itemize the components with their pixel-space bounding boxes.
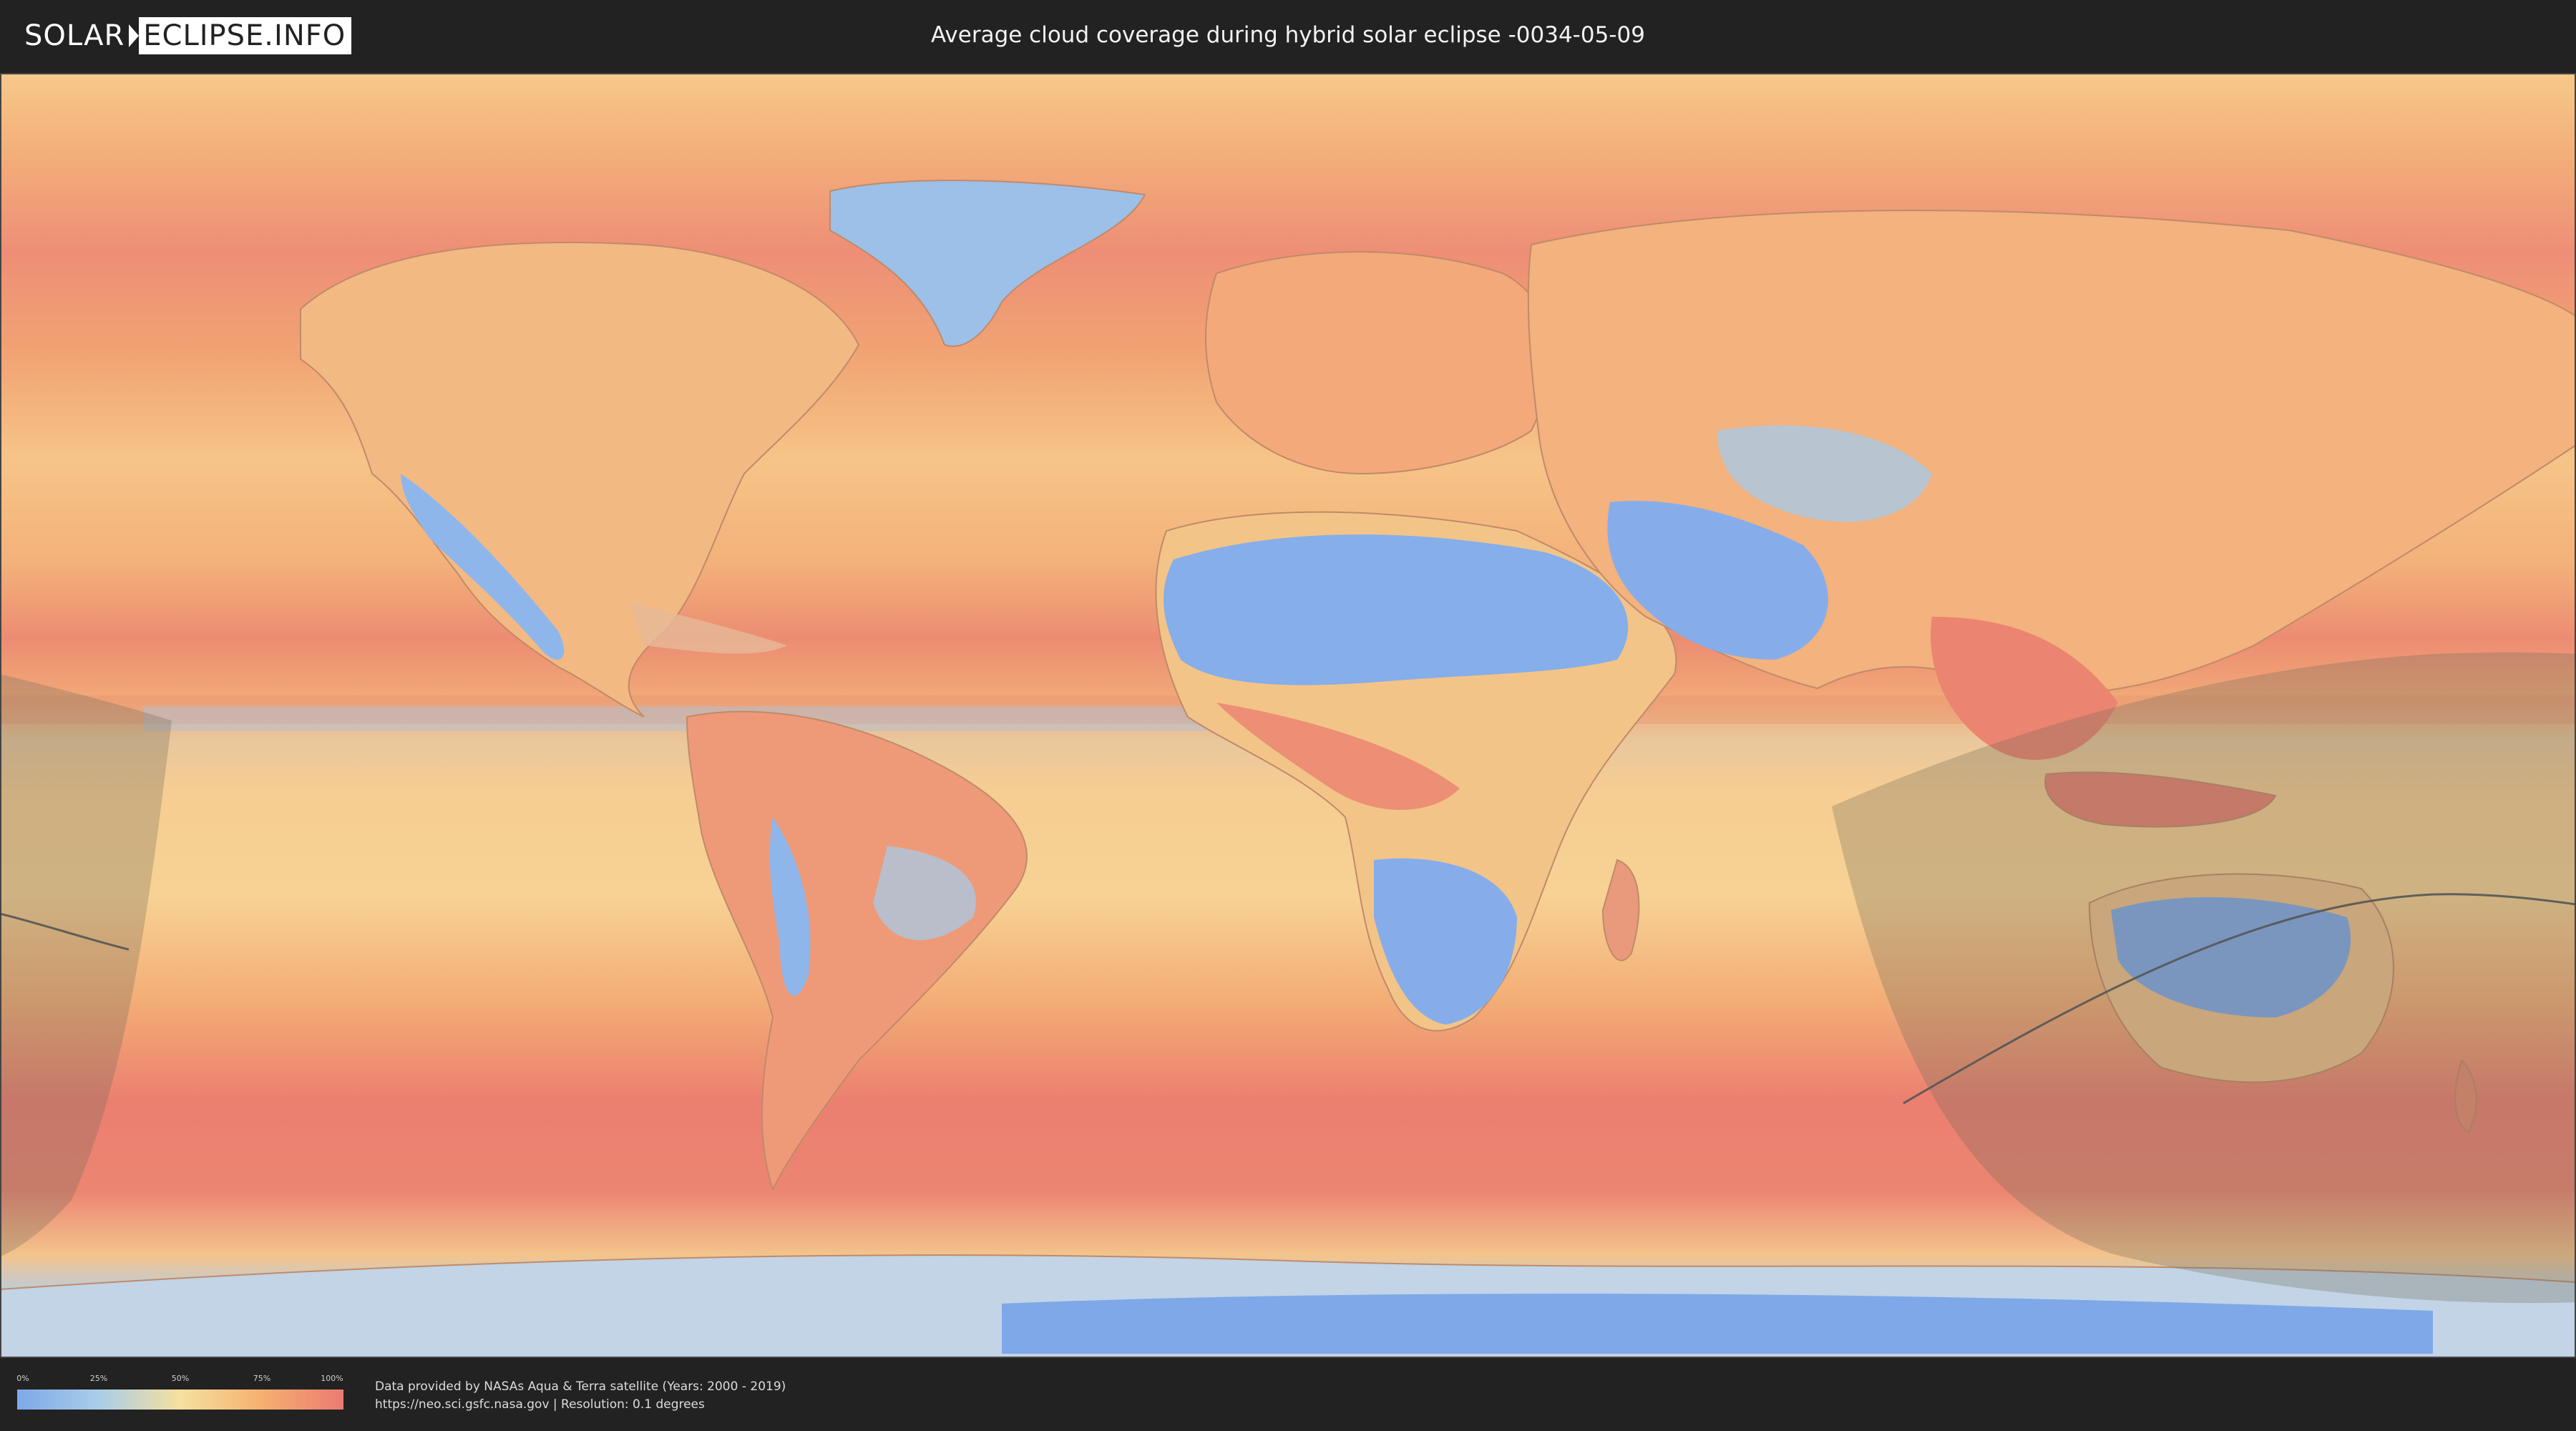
header: SOLAR ECLIPSE.INFO Average cloud coverag… (0, 0, 2576, 72)
footer: 0% 25% 50% 75% 100% Data provided by NAS… (0, 1358, 2576, 1431)
europe (1205, 251, 1551, 475)
legend-ticks: 0% 25% 50% 75% 100% (16, 1374, 343, 1385)
page-title: Average cloud coverage during hybrid sol… (931, 22, 1645, 48)
legend-tick-50: 50% (171, 1374, 190, 1383)
credits-line-1: Data provided by NASAs Aqua & Terra sate… (375, 1379, 786, 1394)
legend-tick-25: 25% (89, 1374, 108, 1383)
cloud-coverage-legend: 0% 25% 50% 75% 100% (16, 1374, 343, 1414)
legend-color-bar (17, 1390, 343, 1410)
page: SOLAR ECLIPSE.INFO Average cloud coverag… (0, 0, 2576, 1431)
credits-line-2[interactable]: https://neo.sci.gsfc.nasa.gov | Resoluti… (375, 1396, 786, 1414)
legend-tick-0: 0% (16, 1374, 29, 1383)
legend-tick-75: 75% (253, 1374, 271, 1383)
sahara-clear (1163, 534, 1629, 685)
data-credits: Data provided by NASAs Aqua & Terra sate… (375, 1378, 786, 1414)
legend-tick-100: 100% (321, 1374, 343, 1383)
cloud-coverage-map[interactable] (0, 73, 2576, 1358)
world-map-canvas (0, 73, 2576, 1358)
